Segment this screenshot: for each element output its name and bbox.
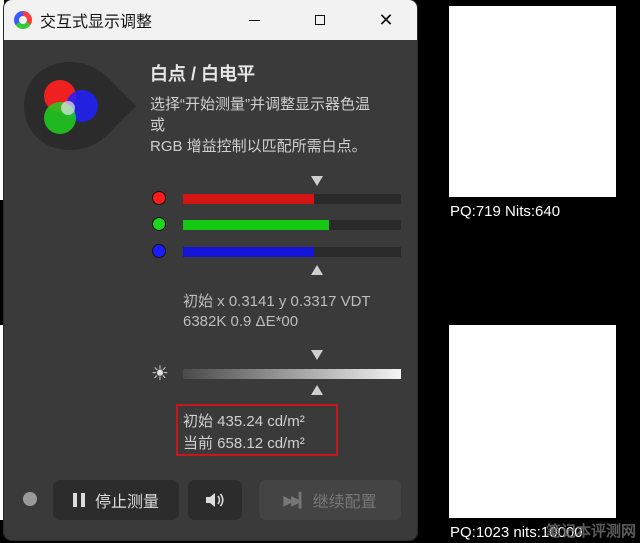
speaker-icon <box>206 493 224 507</box>
app-icon <box>14 11 32 29</box>
continue-configuration-button[interactable]: ▶▶▎ 继续配置 <box>259 480 401 520</box>
rgb-emblem-icon <box>24 62 136 150</box>
test-patch-top <box>449 6 616 197</box>
luminance-initial: 初始 435.24 cd/m² <box>183 413 305 430</box>
stop-measurement-label: 停止测量 <box>94 494 159 511</box>
window-title: 交互式显示调整 <box>40 14 153 31</box>
luminance-current: 当前 658.12 cd/m² <box>183 435 305 452</box>
instructions: 选择“开始测量”并调整显示器色温 或 RGB 增益控制以匹配所需白点。 <box>150 94 400 157</box>
instruction-line: RGB 增益控制以匹配所需白点。 <box>150 138 367 155</box>
watermark: 笔记本评测网 <box>545 523 636 540</box>
target-marker-top <box>311 176 323 186</box>
minimize-button[interactable] <box>222 0 286 40</box>
fast-forward-icon: ▶▶▎ <box>283 491 309 508</box>
test-patch-bottom <box>449 325 616 518</box>
red-gain-bar[interactable] <box>183 194 401 204</box>
blue-gain-bar[interactable] <box>183 247 401 257</box>
continue-configuration-label: 继续配置 <box>312 494 377 511</box>
red-dot-icon <box>152 191 166 205</box>
green-gain-bar[interactable] <box>183 220 401 230</box>
patch-label-top: PQ:719 Nits:640 <box>450 203 561 220</box>
luminance-marker-bottom <box>311 385 323 395</box>
whitepoint-readout-line2: 6382K 0.9 ΔE*00 <box>183 313 299 330</box>
sound-toggle-button[interactable] <box>188 480 242 520</box>
green-gain-fill <box>183 220 330 230</box>
green-dot-icon <box>152 217 166 231</box>
red-gain-fill <box>183 194 314 204</box>
target-marker-bottom <box>311 265 323 275</box>
blue-dot-icon <box>152 244 166 258</box>
instruction-line: 或 <box>150 117 166 134</box>
page-heading: 白点 / 白电平 <box>150 64 256 84</box>
close-icon: ✕ <box>378 9 394 30</box>
close-button[interactable]: ✕ <box>354 0 417 40</box>
status-indicator <box>23 492 37 506</box>
pause-icon <box>72 493 85 507</box>
brightness-icon: ☀ <box>151 363 169 385</box>
luminance-bar <box>183 369 401 379</box>
minimize-icon <box>248 19 260 21</box>
stop-measurement-button[interactable]: 停止测量 <box>53 480 179 520</box>
instruction-line: 选择“开始测量”并调整显示器色温 <box>150 96 370 113</box>
maximize-button[interactable] <box>288 0 352 40</box>
maximize-icon <box>315 15 325 25</box>
interactive-adjust-window: 交互式显示调整 ✕ 白点 / 白电平 选择“开始测量”并调整显示器色温 或 RG… <box>4 0 417 540</box>
title-bar[interactable]: 交互式显示调整 ✕ <box>4 0 417 40</box>
luminance-marker-top <box>311 350 323 360</box>
whitepoint-readout-line1: 初始 x 0.3141 y 0.3317 VDT <box>183 293 371 310</box>
blue-gain-fill <box>183 247 314 257</box>
